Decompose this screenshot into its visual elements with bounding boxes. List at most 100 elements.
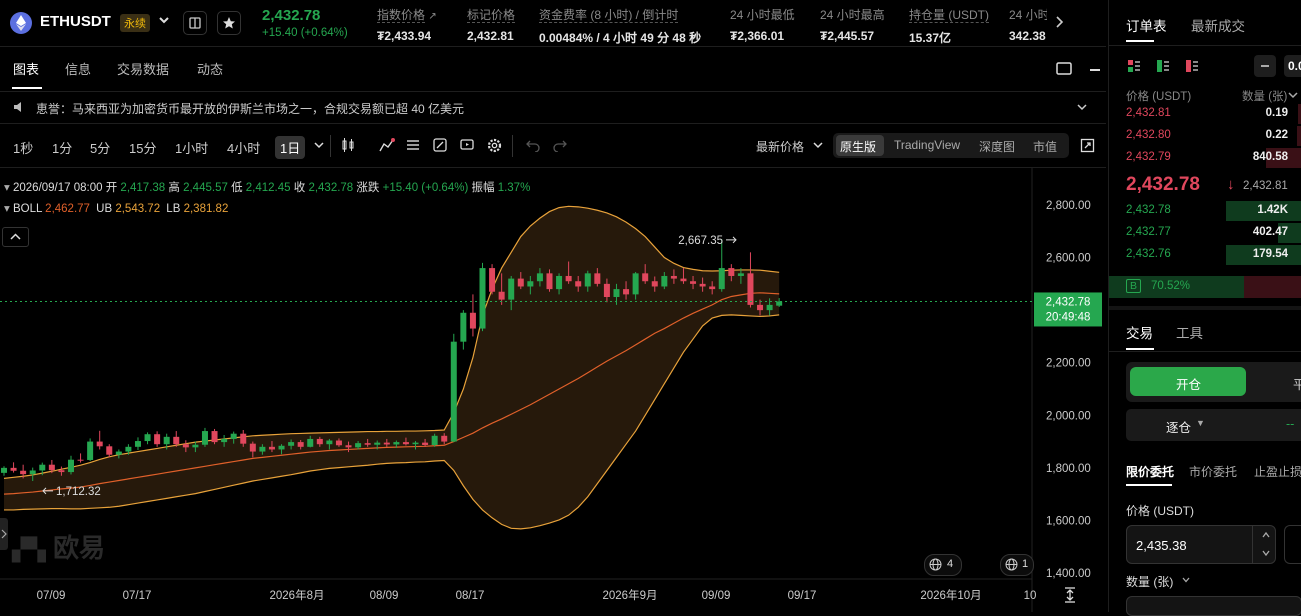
open-position-button[interactable]: 开仓 <box>1130 367 1246 396</box>
announcement-text[interactable]: 恵誉：马来西亚为加密货币最开放的伊斯兰市场之一，合规交易额已超 40 亿美元 <box>36 100 464 117</box>
book-view-both-icon[interactable] <box>1126 58 1142 77</box>
x-tick-label: 07/09 <box>37 590 66 602</box>
down-arrow-icon: ↓ <box>1227 176 1235 193</box>
bbo-button[interactable] <box>1284 525 1301 564</box>
gear-icon[interactable] <box>486 137 503 157</box>
symbol-dropdown-chevron-icon[interactable] <box>157 13 171 30</box>
settings-list-icon[interactable] <box>405 137 421 156</box>
tab-activity[interactable]: 动态 <box>197 59 223 78</box>
interval-5m[interactable]: 5分 <box>90 138 110 157</box>
globe-icon <box>1005 558 1018 574</box>
view-native[interactable]: 原生版 <box>840 138 876 155</box>
precision-select[interactable]: 0.0 <box>1284 55 1301 77</box>
interval-1d[interactable]: 1日 <box>275 136 306 159</box>
tab-latest-trades[interactable]: 最新成交 <box>1191 15 1245 35</box>
order-type-market[interactable]: 市价委托 <box>1189 463 1237 480</box>
view-depth[interactable]: 深度图 <box>979 138 1015 155</box>
price-type-chevron-icon[interactable] <box>812 138 824 155</box>
candle-type-icon[interactable] <box>340 137 356 156</box>
event-marker-b[interactable]: 1 <box>1000 554 1034 576</box>
symbol-name[interactable]: ETHUSDT <box>40 13 111 30</box>
legend-collapse-icon[interactable]: ▾ <box>4 182 10 194</box>
tab-trade[interactable]: 交易 <box>1126 322 1153 342</box>
redo-icon[interactable] <box>553 138 567 155</box>
candle-body <box>77 459 84 461</box>
stats-scroll-right-icon[interactable] <box>1053 15 1065 32</box>
bid-row[interactable]: 2,432.78 1.42K <box>1109 200 1301 222</box>
fullscreen-icon[interactable] <box>1080 138 1095 156</box>
info-book-icon[interactable] <box>183 11 207 35</box>
interval-1s[interactable]: 1秒 <box>13 138 33 157</box>
announcement-bar[interactable]: 恵誉：马来西亚为加密货币最开放的伊斯兰市场之一，合规交易额已超 40 亿美元 <box>0 92 1106 124</box>
favorite-star-icon[interactable] <box>217 11 241 35</box>
candle <box>718 239 725 292</box>
stat-funding-rate[interactable]: 资金费率 (8 小时) / 倒计时 0.00484% / 4 小时 49 分 4… <box>539 6 701 46</box>
stat-mark-price[interactable]: 标记价格 2,432.81 <box>467 6 516 43</box>
order-type-limit[interactable]: 限价委托 <box>1126 463 1174 480</box>
view-tradingview[interactable]: TradingView <box>894 138 960 152</box>
stat-index-price[interactable]: 指数价格 ↗ ₮2,433.94 <box>377 6 437 43</box>
interval-more-chevron-icon[interactable] <box>313 138 325 155</box>
tab-chart[interactable]: 图表 <box>13 59 39 78</box>
book-view-bids-icon[interactable] <box>1155 58 1171 77</box>
stat-open-interest[interactable]: 持仓量 (USDT) 15.37亿 <box>909 6 989 46</box>
ask-row[interactable]: 2,432.79 840.58 <box>1109 147 1301 169</box>
qty-unit-chevron-icon[interactable] <box>1287 89 1299 104</box>
close-position-tab[interactable]: 平 <box>1293 374 1301 393</box>
price-field-label: 价格 (USDT) <box>1126 504 1194 518</box>
candle-body <box>211 431 218 443</box>
price-input[interactable]: 2,435.38 <box>1126 525 1276 564</box>
price-type-select[interactable]: 最新价格 <box>756 138 804 155</box>
candle-body <box>498 291 505 300</box>
precision-minus-button[interactable] <box>1254 55 1276 77</box>
view-market-cap[interactable]: 市值 <box>1033 138 1057 155</box>
price-scale-toggle-icon[interactable] <box>1062 586 1078 607</box>
ask-row[interactable]: 2,432.80 0.22 <box>1109 125 1301 147</box>
leverage-value[interactable]: -- <box>1286 417 1294 431</box>
candle-body <box>1 467 7 473</box>
price-up-icon[interactable] <box>1261 529 1271 543</box>
quantity-input[interactable] <box>1126 596 1301 616</box>
tab-orderbook[interactable]: 订单表 <box>1126 15 1167 35</box>
side-drawer-handle[interactable] <box>0 518 8 550</box>
price-input-value[interactable]: 2,435.38 <box>1136 538 1187 553</box>
indicators-icon[interactable] <box>378 137 396 156</box>
minimize-icon[interactable] <box>1090 69 1100 71</box>
orderbook-mid-price[interactable]: 2,432.78 <box>1126 174 1200 196</box>
undo-icon[interactable] <box>526 138 540 155</box>
bid-row[interactable]: 2,432.77 402.47 <box>1109 222 1301 244</box>
book-view-asks-icon[interactable] <box>1184 58 1200 77</box>
candle-body <box>278 445 285 450</box>
col-price-header: 价格 (USDT) <box>1126 91 1192 103</box>
margin-mode-select[interactable]: 逐仓 <box>1166 417 1191 436</box>
ask-row[interactable]: 2,432.81 0.19 <box>1109 103 1301 125</box>
tab-trading-data[interactable]: 交易数据 <box>117 59 169 78</box>
replay-icon[interactable] <box>459 137 475 156</box>
candle <box>10 462 17 473</box>
x-tick-label: 2026年9月 <box>603 588 658 602</box>
interval-15m[interactable]: 15分 <box>129 138 156 157</box>
chart-area[interactable]: 2,800.002,600.002,400.002,200.002,000.00… <box>0 168 1106 612</box>
candlestick-chart[interactable]: 2,800.002,600.002,400.002,200.002,000.00… <box>0 168 1106 612</box>
qty-unit-chevron-icon[interactable] <box>1181 574 1191 588</box>
price-down-icon[interactable] <box>1261 547 1271 561</box>
candle <box>134 437 141 450</box>
tab-tools[interactable]: 工具 <box>1176 322 1203 342</box>
order-type-tpsl[interactable]: 止盈止损 <box>1254 463 1301 480</box>
legend-toggle-button[interactable] <box>2 227 29 247</box>
tab-info[interactable]: 信息 <box>65 59 91 78</box>
high-annotation-arrow <box>726 236 737 244</box>
announcement-expand-chevron-icon[interactable] <box>1075 100 1089 117</box>
event-marker-a[interactable]: 4 <box>924 554 962 576</box>
interval-4h[interactable]: 4小时 <box>227 138 260 157</box>
interval-1h[interactable]: 1小时 <box>175 138 208 157</box>
row-price: 2,432.78 <box>1126 204 1171 216</box>
current-price-label: 2,432.78 <box>1046 296 1091 308</box>
boll-collapse-icon[interactable]: ▾ <box>4 203 10 215</box>
drawing-tool-icon[interactable] <box>432 137 448 156</box>
layout-window-icon[interactable] <box>1055 61 1073 80</box>
y-tick-label: 2,200.00 <box>1046 358 1091 370</box>
candle-body <box>297 442 304 447</box>
bid-row[interactable]: 2,432.76 179.54 <box>1109 244 1301 266</box>
interval-1m[interactable]: 1分 <box>52 138 72 157</box>
